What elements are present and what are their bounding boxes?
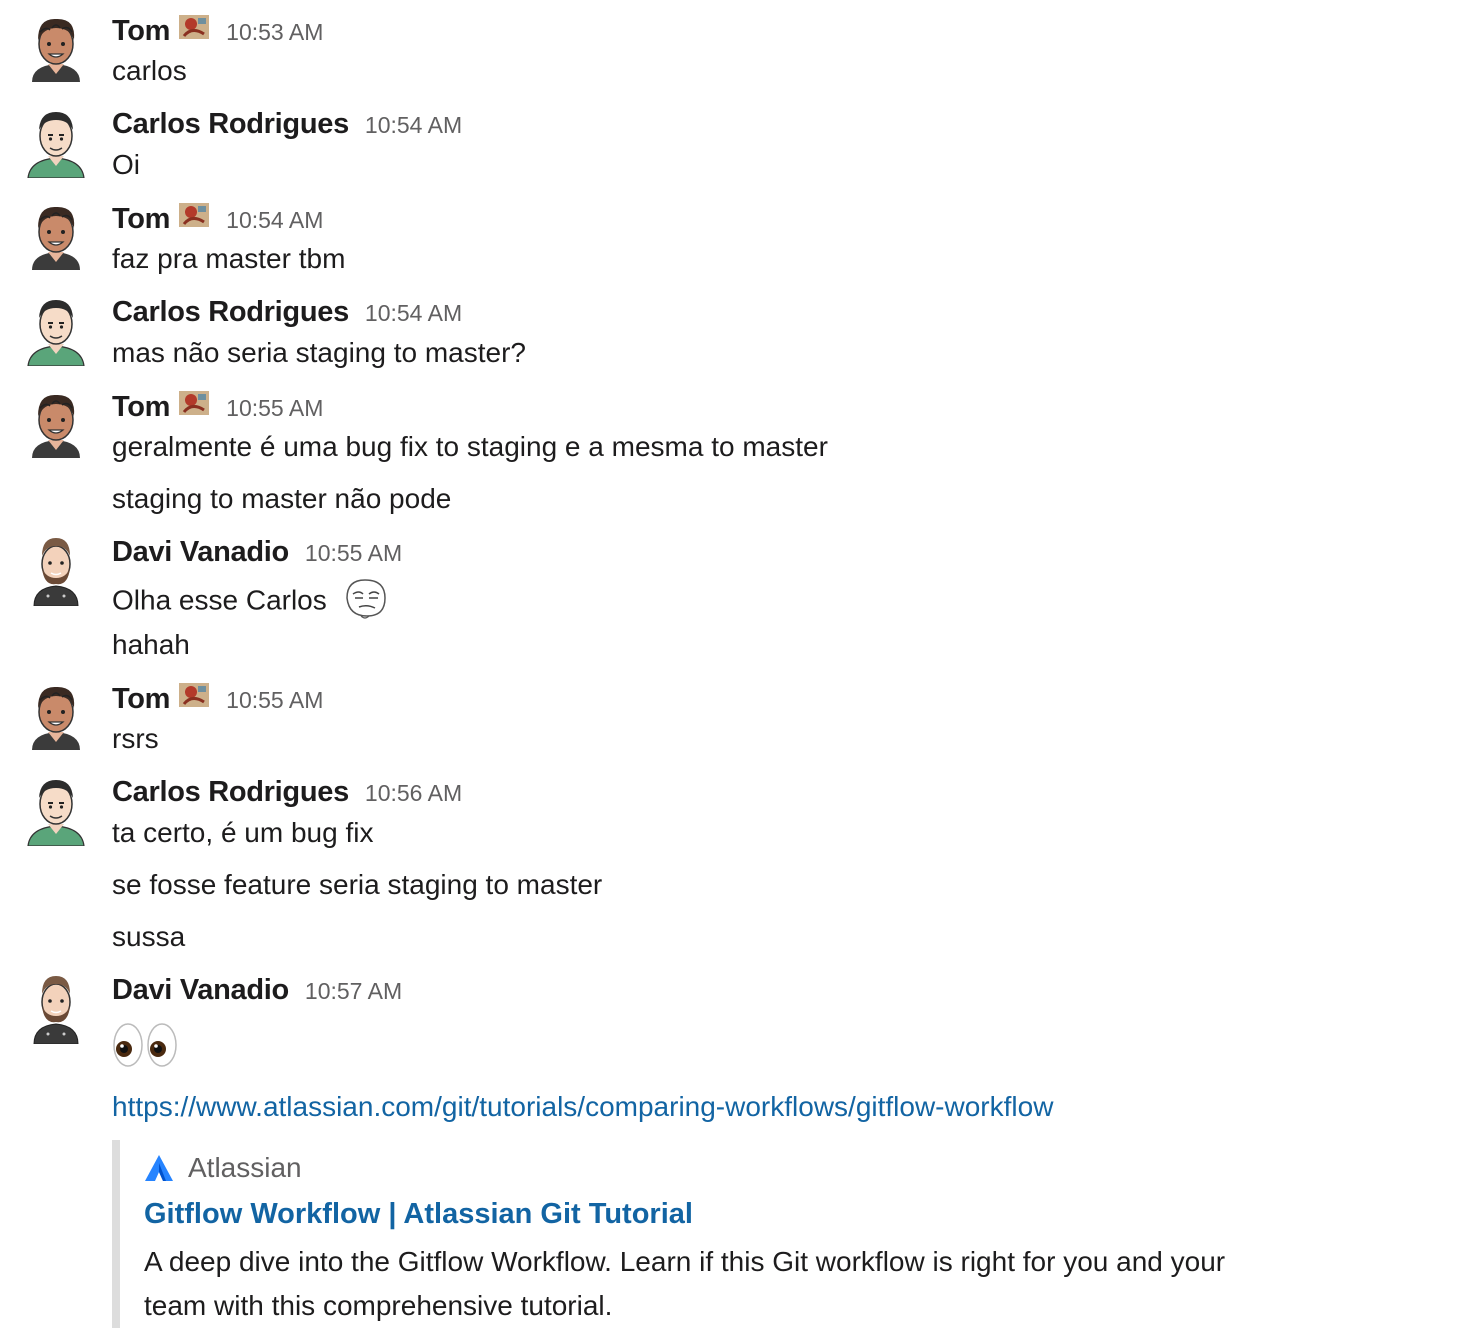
custom-status-emoji-icon[interactable]	[178, 682, 210, 708]
message-text: Olha esse Carlos	[112, 576, 389, 628]
avatar-tom-icon	[32, 18, 80, 82]
timestamp[interactable]: 10:57 AM	[305, 978, 402, 1005]
author-name[interactable]: Tom	[112, 203, 170, 236]
custom-status-emoji-icon[interactable]	[178, 202, 210, 228]
avatar-tom[interactable]	[26, 12, 86, 84]
avatar-carlos-icon	[27, 112, 85, 178]
author-name[interactable]: Davi Vanadio	[112, 536, 289, 569]
timestamp[interactable]: 10:53 AM	[226, 19, 323, 46]
message-text: hahah	[112, 629, 190, 660]
message-header: Tom 10:53 AM	[112, 14, 323, 48]
message-text: ta certo, é um bug fix	[112, 817, 374, 848]
avatar-davi-icon	[33, 976, 79, 1044]
timestamp[interactable]: 10:54 AM	[365, 300, 462, 327]
message-header: Davi Vanadio 10:55 AM	[112, 536, 402, 569]
timestamp[interactable]: 10:56 AM	[365, 780, 462, 807]
message-header: Carlos Rodrigues 10:54 AM	[112, 296, 462, 329]
message-header: Tom 10:55 AM	[112, 682, 323, 716]
message-text: carlos	[112, 55, 187, 86]
avatar-davi[interactable]	[26, 972, 86, 1044]
message-text-content: Olha esse Carlos	[112, 584, 327, 616]
timestamp[interactable]: 10:55 AM	[226, 395, 323, 422]
avatar-carlos[interactable]	[26, 294, 86, 366]
timestamp[interactable]: 10:54 AM	[365, 112, 462, 139]
message-header: Tom 10:55 AM	[112, 390, 323, 424]
link-preview-description: A deep dive into the Gitflow Workflow. L…	[144, 1246, 1226, 1321]
author-name[interactable]: Davi Vanadio	[112, 974, 289, 1007]
link-preview-title[interactable]: Gitflow Workflow | Atlassian Git Tutoria…	[144, 1198, 693, 1231]
avatar-tom-icon	[32, 394, 80, 458]
site-name: Atlassian	[188, 1152, 302, 1183]
author-name[interactable]: Tom	[112, 391, 170, 424]
timestamp[interactable]: 10:55 AM	[305, 540, 402, 567]
message-text: geralmente é uma bug fix to staging e a …	[112, 431, 828, 462]
message-header: Carlos Rodrigues 10:54 AM	[112, 108, 462, 141]
meh-face-emoji-icon	[341, 576, 389, 628]
avatar-carlos[interactable]	[26, 774, 86, 846]
message-text: se fosse feature seria staging to master	[112, 869, 603, 900]
avatar-davi-icon	[33, 538, 79, 606]
message-feed: Tom 10:53 AM carlos Carlos Rodrigues 10:…	[0, 0, 1460, 1340]
message-header: Carlos Rodrigues 10:56 AM	[112, 776, 462, 809]
custom-status-emoji-icon[interactable]	[178, 390, 210, 416]
message-text: sussa	[112, 921, 186, 952]
avatar-carlos-icon	[27, 300, 85, 366]
avatar-carlos-icon	[27, 780, 85, 846]
message-emoji	[112, 1022, 180, 1068]
timestamp[interactable]: 10:54 AM	[226, 207, 323, 234]
avatar-tom-icon	[32, 206, 80, 270]
message-text: rsrs	[112, 723, 159, 754]
avatar-tom-icon	[32, 686, 80, 750]
avatar-tom[interactable]	[26, 200, 86, 272]
avatar-tom[interactable]	[26, 388, 86, 460]
message-header: Tom 10:54 AM	[112, 202, 323, 236]
message-text: faz pra master tbm	[112, 243, 346, 274]
author-name[interactable]: Tom	[112, 683, 170, 716]
author-name[interactable]: Tom	[112, 15, 170, 48]
custom-status-emoji-icon[interactable]	[178, 14, 210, 40]
avatar-carlos[interactable]	[26, 106, 86, 178]
message-text: Oi	[112, 149, 140, 180]
eyes-emoji-icon	[113, 1023, 177, 1067]
author-name[interactable]: Carlos Rodrigues	[112, 776, 349, 809]
avatar-tom[interactable]	[26, 680, 86, 752]
message-text: staging to master não pode	[112, 483, 452, 514]
message-text: mas não seria staging to master?	[112, 337, 526, 368]
atlassian-logo-icon	[145, 1155, 173, 1181]
timestamp[interactable]: 10:55 AM	[226, 687, 323, 714]
message-link-line: https://www.atlassian.com/git/tutorials/…	[112, 1090, 1053, 1124]
link-preview-site: Atlassian	[144, 1152, 302, 1184]
author-name[interactable]: Carlos Rodrigues	[112, 108, 349, 141]
avatar-davi[interactable]	[26, 534, 86, 606]
message-link[interactable]: https://www.atlassian.com/git/tutorials/…	[112, 1091, 1053, 1122]
message-header: Davi Vanadio 10:57 AM	[112, 974, 402, 1007]
author-name[interactable]: Carlos Rodrigues	[112, 296, 349, 329]
link-preview: Atlassian Gitflow Workflow | Atlassian G…	[112, 1140, 1320, 1328]
